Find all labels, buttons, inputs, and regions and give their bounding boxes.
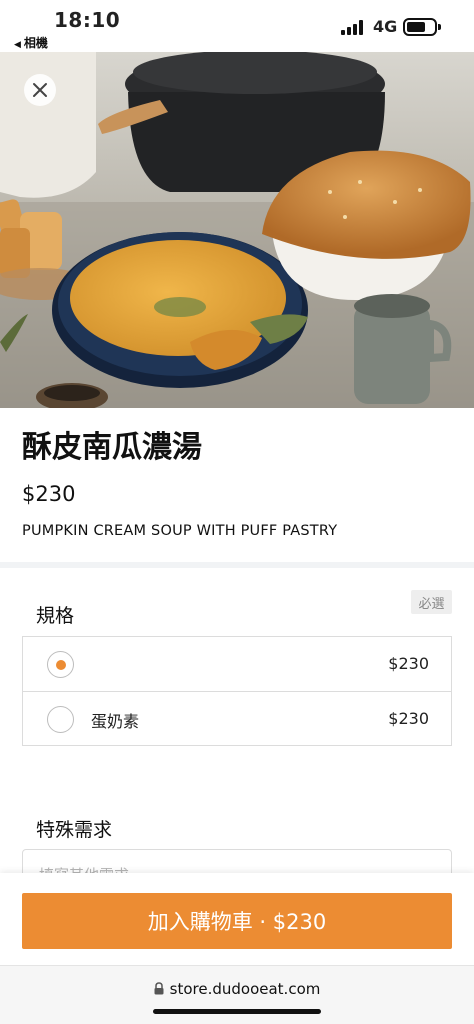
radio-button[interactable] [47,706,74,733]
status-bar: 18:10 ◀ 相機 4G [0,0,474,52]
status-time: 18:10 [54,8,121,32]
close-button[interactable] [24,74,56,106]
lock-icon [154,982,164,995]
back-app-label: 相機 [23,36,48,50]
url-text: store.dudooeat.com [169,980,321,998]
option-row[interactable]: $230 [23,637,451,691]
cart-bar: 加入購物車 · $230 [0,873,474,965]
signal-strength-icon [341,19,367,35]
url-display[interactable]: store.dudooeat.com [0,980,474,998]
battery-icon [403,18,441,36]
section-divider [0,562,474,568]
network-type: 4G [373,17,398,36]
radio-button-selected[interactable] [47,651,74,678]
add-to-cart-button[interactable]: 加入購物車 · $230 [22,893,452,949]
required-badge: 必選 [411,590,452,614]
product-title: 酥皮南瓜濃湯 [22,430,202,465]
back-triangle-icon: ◀ [14,40,21,50]
option-list: $230 蛋奶素 $230 [22,636,452,746]
home-indicator[interactable] [153,1009,321,1014]
option-price: $230 [388,709,429,728]
close-icon [33,83,47,97]
product-detail-page: 18:10 ◀ 相機 4G 酥皮南瓜濃湯 $230 PUMPKIN CREAM … [0,0,474,1024]
option-name: 蛋奶素 [91,712,140,731]
browser-url-bar[interactable]: store.dudooeat.com [0,965,474,1024]
pumpkin-soup-photo [0,52,474,408]
product-english-name: PUMPKIN CREAM SOUP WITH PUFF PASTRY [22,523,338,539]
product-price: $230 [22,482,76,506]
back-to-app-link[interactable]: ◀ 相機 [14,34,48,51]
option-price: $230 [388,654,429,673]
option-heading: 規格 [36,605,75,627]
product-photo [0,52,474,408]
option-row[interactable]: 蛋奶素 $230 [23,691,451,745]
special-request-heading: 特殊需求 [36,819,113,841]
